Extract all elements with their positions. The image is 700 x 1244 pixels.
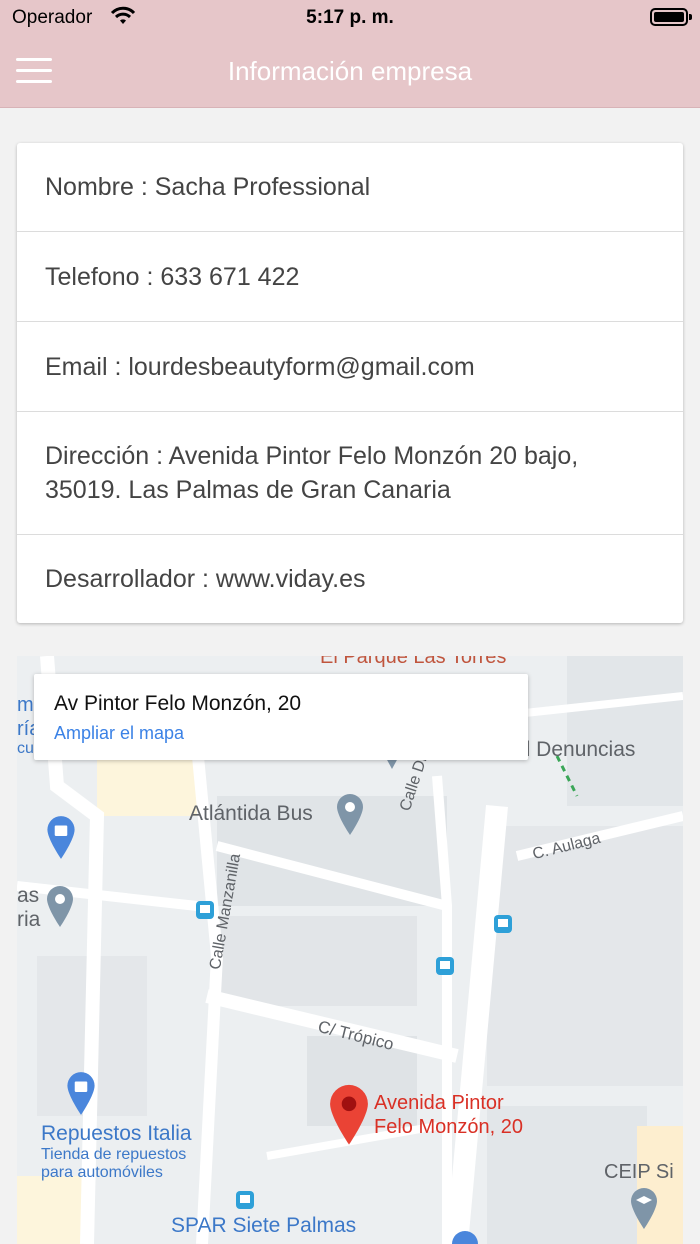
- map-label-spar: SPAR Siete Palmas: [171, 1214, 357, 1237]
- map-infobox: Av Pintor Felo Monzón, 20 Ampliar el map…: [34, 674, 528, 760]
- map-label-parque: El Parque Las Torres: [320, 656, 507, 668]
- status-bar: Operador 5:17 p. m.: [0, 0, 700, 36]
- map-label-repuestos-sub1: Tienda de repuestos: [41, 1146, 187, 1163]
- bus-stop-icon: [436, 957, 454, 975]
- telefono-text: Telefono : 633 671 422: [45, 262, 300, 291]
- shopping-bag-pin-icon[interactable]: [65, 1070, 97, 1116]
- map-label-atlantida: Atlántida Bus: [189, 802, 313, 825]
- map-label-pin-line1: Avenida Pintor: [374, 1092, 504, 1114]
- enlarge-map-link[interactable]: Ampliar el mapa: [54, 723, 184, 744]
- info-row-telefono[interactable]: Telefono : 633 671 422: [17, 232, 683, 322]
- map-label-ceip: CEIP Si: [604, 1161, 674, 1183]
- company-info-card: Nombre : Sacha Professional Telefono : 6…: [17, 143, 683, 623]
- info-row-direccion: Dirección : Avenida Pintor Felo Monzón 2…: [17, 412, 683, 535]
- clock: 5:17 p. m.: [306, 7, 394, 28]
- map-view[interactable]: El Parque Las Torres al Denuncias Atlánt…: [17, 656, 683, 1244]
- info-row-nombre: Nombre : Sacha Professional: [17, 143, 683, 232]
- place-pin-icon[interactable]: [335, 792, 365, 836]
- school-pin-icon[interactable]: [629, 1186, 659, 1230]
- shopping-bag-pin-icon[interactable]: [450, 1224, 480, 1244]
- nombre-text: Nombre : Sacha Professional: [45, 173, 371, 201]
- nav-bar: Información empresa: [0, 36, 700, 108]
- info-row-desarrollador[interactable]: Desarrollador : www.viday.es: [17, 535, 683, 623]
- direccion-text-line1: Dirección : Avenida Pintor Felo Monzón 2…: [45, 442, 579, 470]
- page-title: Información empresa: [227, 56, 473, 86]
- bus-stop-icon: [494, 915, 512, 933]
- direccion-text-line2: 35019. Las Palmas de Gran Canaria: [45, 476, 451, 504]
- info-row-email[interactable]: Email : lourdesbeautyform@gmail.com: [17, 322, 683, 412]
- bus-stop-icon: [196, 901, 214, 919]
- map-label-denuncias: al Denuncias: [514, 738, 636, 761]
- map-infobox-address: Av Pintor Felo Monzón, 20: [54, 692, 302, 715]
- map-label-left-5: ria: [17, 908, 41, 931]
- shopping-bag-pin-icon[interactable]: [45, 814, 77, 860]
- desarrollador-text: Desarrollador : www.viday.es: [45, 565, 366, 593]
- map-label-left-4: as: [17, 884, 40, 907]
- email-text: Email : lourdesbeautyform@gmail.com: [45, 352, 475, 381]
- map-label-repuestos: Repuestos Italia: [41, 1122, 192, 1145]
- map-label-repuestos-sub2: para automóviles: [41, 1164, 163, 1181]
- bus-stop-icon: [236, 1191, 254, 1209]
- battery-icon: [650, 8, 692, 26]
- map-label-pin-line2: Felo Monzón, 20: [374, 1116, 523, 1138]
- location-marker-icon[interactable]: [327, 1082, 371, 1146]
- place-pin-icon[interactable]: [45, 884, 75, 928]
